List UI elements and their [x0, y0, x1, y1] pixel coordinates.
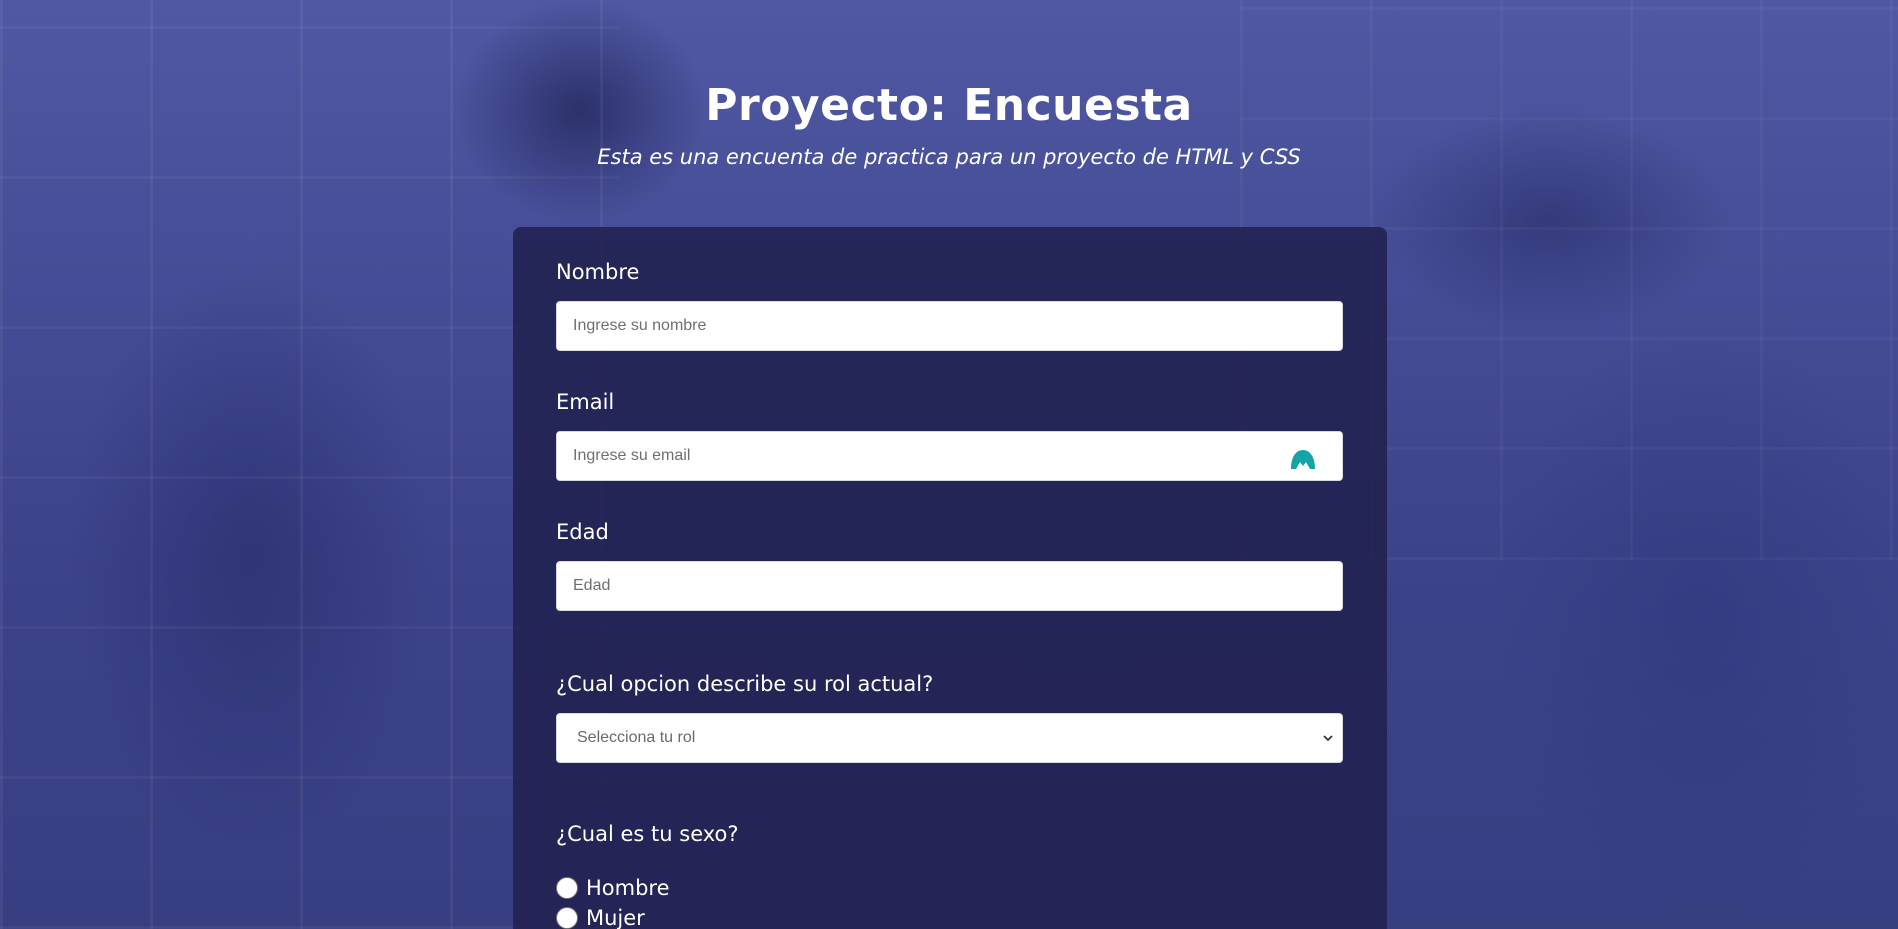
page-header: Proyecto: Encuesta Esta es una encuenta …: [0, 78, 1898, 172]
survey-form: Nombre Email Edad ¿Cual opcion describe …: [513, 227, 1387, 929]
radio-option-hombre[interactable]: Hombre: [556, 874, 670, 902]
page-title: Proyecto: Encuesta: [705, 80, 1193, 131]
email-input[interactable]: [556, 431, 1343, 481]
chevron-down-icon: [1323, 735, 1333, 742]
radio-button[interactable]: [556, 877, 578, 899]
radio-button[interactable]: [556, 907, 578, 929]
email-label: Email: [556, 390, 615, 414]
role-select[interactable]: Selecciona tu rol: [556, 713, 1343, 763]
radio-option-mujer[interactable]: Mujer: [556, 904, 645, 929]
page-description: Esta es una encuenta de practica para un…: [597, 145, 1301, 169]
role-select-value: Selecciona tu rol: [577, 729, 696, 746]
name-input[interactable]: [556, 301, 1343, 351]
role-label: ¿Cual opcion describe su rol actual?: [556, 672, 934, 696]
sex-label: ¿Cual es tu sexo?: [556, 822, 739, 846]
name-label: Nombre: [556, 260, 640, 284]
age-input[interactable]: [556, 561, 1343, 611]
password-manager-icon[interactable]: [1289, 445, 1317, 473]
radio-label: Hombre: [586, 876, 670, 900]
radio-label: Mujer: [586, 906, 645, 929]
age-label: Edad: [556, 520, 609, 544]
